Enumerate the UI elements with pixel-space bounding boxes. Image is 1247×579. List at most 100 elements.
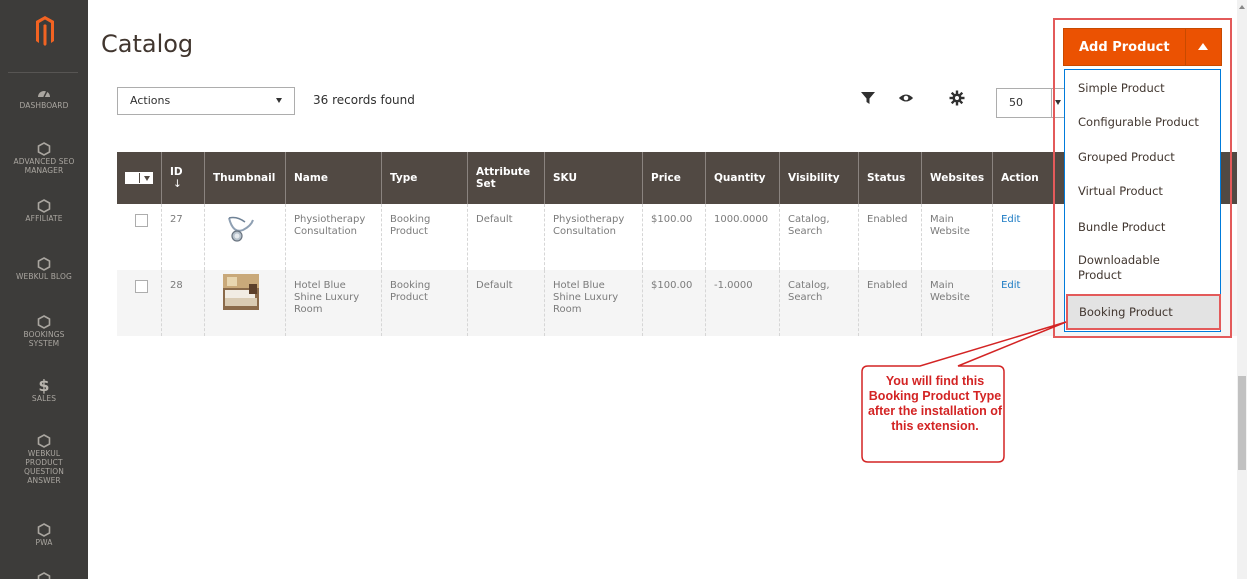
sidebar-item-webkul-blog[interactable]: WEBKUL BLOG (0, 257, 88, 281)
cell-attribute-set: Default (467, 204, 545, 270)
magento-logo-icon[interactable] (36, 16, 54, 46)
cell-quantity: 1000.0000 (705, 204, 780, 270)
hexagon-icon (37, 142, 51, 156)
chevron-down-icon (276, 98, 282, 103)
menu-item-bundle-product[interactable]: Bundle Product (1078, 220, 1216, 235)
column-header-label: ID (170, 166, 183, 178)
gear-icon[interactable] (949, 90, 965, 106)
column-header-label: SKU (553, 172, 578, 184)
chevron-up-icon[interactable] (1198, 43, 1208, 50)
hexagon-icon (37, 257, 51, 271)
sidebar-item-affiliate[interactable]: AFFILIATE (0, 199, 88, 223)
sidebar-item-pwa[interactable]: PWA (0, 523, 88, 547)
callout-text: You will find this Booking Product Type … (867, 374, 1003, 433)
column-header-status[interactable]: Status (858, 152, 922, 204)
add-product-label: Add Product (1079, 40, 1170, 55)
add-product-menu: Simple Product Configurable Product Grou… (1064, 69, 1221, 332)
cell-type: Booking Product (381, 270, 468, 336)
menu-item-virtual-product[interactable]: Virtual Product (1078, 184, 1216, 199)
row-checkbox[interactable] (135, 280, 148, 293)
cell-websites: Main Website (920, 270, 993, 336)
sidebar-item-more[interactable] (0, 572, 88, 579)
menu-item-simple-product[interactable]: Simple Product (1078, 81, 1216, 96)
add-product-button[interactable]: Add Product (1063, 28, 1222, 66)
row-checkbox[interactable] (135, 214, 148, 227)
sidebar-item-bookings-system[interactable]: BOOKINGS SYSTEM (0, 315, 88, 348)
sidebar-item-label: WEBKUL PRODUCT QUESTION ANSWER (24, 449, 64, 485)
sidebar-item-label: WEBKUL BLOG (16, 272, 72, 281)
mass-actions-select[interactable]: Actions (117, 87, 295, 115)
menu-item-configurable-product[interactable]: Configurable Product (1078, 115, 1216, 130)
column-header-label: Type (390, 172, 418, 184)
menu-item-downloadable-product[interactable]: Downloadable Product (1078, 253, 1188, 283)
cell-visibility: Catalog, Search (779, 204, 859, 270)
hexagon-icon (37, 315, 51, 329)
sidebar-item-label: PWA (35, 538, 53, 547)
cell-sku: Physiotherapy Consultation (544, 204, 643, 270)
row-checkbox-cell[interactable] (117, 270, 162, 336)
column-header-label: Thumbnail (213, 172, 276, 184)
app: DASHBOARD ADVANCED SEO MANAGER AFFILIATE… (0, 0, 1247, 579)
hotel-room-image (223, 274, 259, 310)
column-header-price[interactable]: Price (642, 152, 706, 204)
column-header-name[interactable]: Name (285, 152, 382, 204)
sidebar-divider (8, 72, 78, 73)
column-header-sku[interactable]: SKU (544, 152, 643, 204)
cell-type: Booking Product (381, 204, 468, 270)
hexagon-icon (37, 199, 51, 213)
cell-name: Physiotherapy Consultation (285, 204, 382, 270)
row-checkbox-cell[interactable] (117, 204, 162, 270)
cell-quantity: -1.0000 (705, 270, 780, 336)
cell-id: 28 (161, 270, 205, 336)
mass-actions-label: Actions (130, 94, 171, 107)
vertical-scrollbar[interactable] (1237, 0, 1247, 579)
cell-visibility: Catalog, Search (779, 270, 859, 336)
sidebar-item-product-question-answer[interactable]: WEBKUL PRODUCT QUESTION ANSWER (0, 434, 88, 485)
dollar-icon: $ (38, 376, 50, 395)
edit-link[interactable]: Edit (1001, 280, 1020, 291)
menu-item-label: Booking Product (1079, 305, 1173, 319)
sidebar-item-label: BOOKINGS SYSTEM (23, 330, 65, 348)
hexagon-icon (37, 434, 51, 448)
cell-price: $100.00 (642, 204, 706, 270)
scrollbar-thumb[interactable] (1238, 376, 1246, 470)
column-header-attribute-set[interactable]: Attribute Set (467, 152, 545, 204)
column-header-thumbnail: Thumbnail (204, 152, 286, 204)
edit-link[interactable]: Edit (1001, 214, 1020, 225)
records-found: 36 records found (313, 93, 415, 107)
per-page-value: 50 (1009, 96, 1023, 109)
sidebar-item-dashboard[interactable]: DASHBOARD (0, 86, 88, 110)
sidebar-item-advanced-seo[interactable]: ADVANCED SEO MANAGER (0, 142, 88, 175)
column-header-label: Price (651, 172, 681, 184)
sidebar-item-label: DASHBOARD (19, 101, 69, 110)
column-header-label: Attribute Set (476, 166, 531, 190)
admin-sidebar: DASHBOARD ADVANCED SEO MANAGER AFFILIATE… (0, 0, 88, 579)
dashboard-icon (38, 90, 50, 98)
mass-select-dropdown[interactable] (125, 172, 153, 184)
column-header-websites[interactable]: Websites (920, 152, 993, 204)
mass-select-header[interactable] (117, 152, 162, 204)
stethoscope-image (223, 210, 259, 246)
cell-thumbnail (204, 204, 286, 270)
column-header-label: Status (867, 172, 906, 184)
menu-item-booking-product[interactable]: Booking Product (1066, 294, 1221, 330)
eye-icon[interactable] (898, 90, 914, 106)
cell-status: Enabled (858, 270, 922, 336)
cell-sku: Hotel Blue Shine Luxury Room (544, 270, 643, 336)
sidebar-item-sales[interactable]: $ SALES (0, 376, 88, 404)
column-header-visibility[interactable]: Visibility (779, 152, 859, 204)
column-header-quantity[interactable]: Quantity (705, 152, 780, 204)
page-title: Catalog (101, 30, 194, 58)
column-header-label: Websites (930, 172, 985, 184)
column-header-id[interactable]: ID ↓ (161, 152, 205, 204)
sort-arrow-icon: ↓ (173, 178, 182, 190)
column-header-type[interactable]: Type (381, 152, 468, 204)
scroll-up-arrow-icon[interactable] (1239, 5, 1245, 9)
column-header-label: Visibility (788, 172, 840, 184)
menu-item-grouped-product[interactable]: Grouped Product (1078, 150, 1216, 165)
cell-price: $100.00 (642, 270, 706, 336)
sidebar-item-label: ADVANCED SEO MANAGER (13, 157, 75, 175)
filter-icon[interactable] (860, 90, 876, 106)
cell-name: Hotel Blue Shine Luxury Room (285, 270, 382, 336)
sidebar-item-label: SALES (31, 394, 57, 403)
